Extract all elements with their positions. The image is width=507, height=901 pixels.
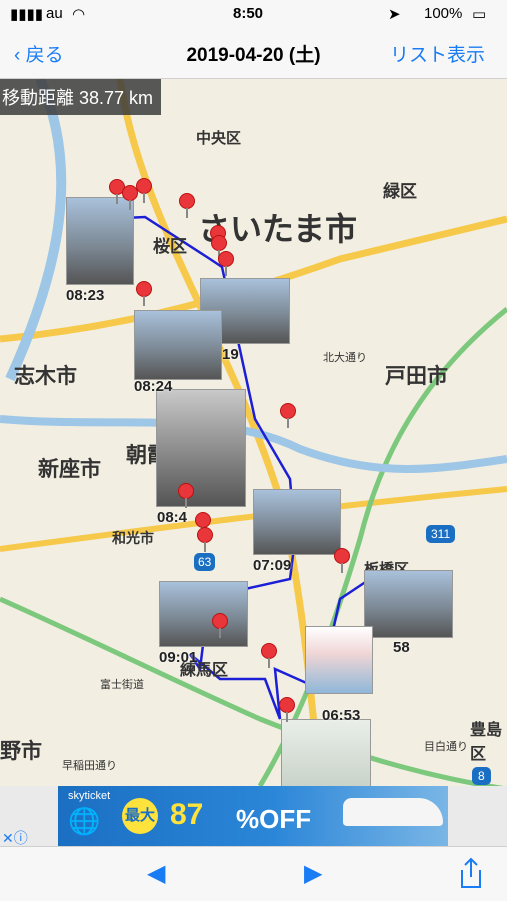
location-pin[interactable] bbox=[136, 178, 152, 203]
location-pin[interactable] bbox=[178, 483, 194, 508]
status-time: 8:50 bbox=[233, 5, 264, 22]
time-label: 08:23 bbox=[66, 287, 105, 304]
route-map[interactable]: 移動距離 38.77 km 中央区 さいたま市 緑区 桜区 志木市 戸田市 新座… bbox=[0, 79, 507, 786]
map-label: 戸田市 bbox=[385, 365, 448, 388]
location-pin[interactable] bbox=[279, 697, 295, 722]
map-roads bbox=[0, 79, 507, 786]
ad-badge: 最大 bbox=[122, 798, 158, 834]
map-label: 緑区 bbox=[383, 182, 417, 201]
map-label: 目白通り bbox=[424, 741, 468, 753]
location-pin[interactable] bbox=[212, 613, 228, 638]
map-label: 富士街道 bbox=[100, 679, 144, 691]
map-label: 早稲田通り bbox=[62, 760, 117, 772]
time-label: 08:4 bbox=[157, 509, 188, 526]
time-label: 08:24 bbox=[134, 378, 173, 395]
wifi-icon: ◠ bbox=[72, 6, 86, 23]
location-pin[interactable] bbox=[179, 193, 195, 218]
previous-day-button[interactable]: ◀ bbox=[147, 859, 165, 888]
photo-thumbnail[interactable] bbox=[66, 197, 134, 285]
location-pin[interactable] bbox=[211, 235, 227, 260]
distance-label: 移動距離 38.77 km bbox=[0, 79, 162, 115]
map-label: 新座市 bbox=[38, 458, 101, 481]
time-label: 09:01 bbox=[159, 649, 198, 666]
navigation-bar: ‹ 戻る 2019-04-20 (土) リスト表示 bbox=[0, 28, 507, 79]
airplane-icon bbox=[343, 798, 443, 826]
photo-thumbnail[interactable] bbox=[159, 581, 248, 647]
photo-thumbnail[interactable] bbox=[156, 389, 246, 507]
location-pin[interactable] bbox=[261, 643, 277, 668]
location-pin[interactable] bbox=[334, 548, 350, 573]
ad-banner[interactable]: skyticket 🌐 最大 87 %OFF ✕ⓘ bbox=[0, 786, 507, 846]
map-label: 志木市 bbox=[14, 365, 77, 388]
photo-thumbnail[interactable] bbox=[253, 489, 341, 555]
route-shield: 311 bbox=[426, 525, 456, 543]
location-icon: ➤ bbox=[388, 6, 401, 23]
location-pin[interactable] bbox=[195, 512, 211, 537]
time-label: 58 bbox=[393, 639, 410, 656]
time-label: 07:09 bbox=[253, 557, 292, 574]
ad-off-text: %OFF bbox=[236, 804, 312, 834]
photo-thumbnail[interactable] bbox=[134, 310, 222, 380]
location-pin[interactable] bbox=[136, 281, 152, 306]
next-day-button[interactable]: ▶ bbox=[304, 859, 322, 888]
battery-icon: ▭ bbox=[472, 6, 487, 23]
list-view-button[interactable]: リスト表示 bbox=[390, 40, 485, 67]
share-icon[interactable] bbox=[458, 857, 484, 889]
time-label: 19 bbox=[222, 346, 239, 363]
map-label: 桜区 bbox=[153, 237, 187, 256]
bottom-toolbar: ◀ ▶ bbox=[0, 846, 507, 901]
time-label: 06:53 bbox=[322, 707, 361, 724]
photo-thumbnail[interactable] bbox=[305, 626, 373, 694]
ad-image[interactable]: skyticket 🌐 最大 87 %OFF bbox=[58, 786, 448, 846]
map-label: 豊島区 bbox=[470, 722, 503, 763]
location-pin[interactable] bbox=[197, 527, 213, 552]
photo-thumbnail[interactable] bbox=[281, 719, 371, 786]
globe-icon: 🌐 bbox=[68, 806, 101, 836]
map-label: 和光市 bbox=[112, 530, 154, 546]
route-shield: 8 bbox=[472, 767, 491, 785]
signal-icon: ▮▮▮▮ bbox=[10, 6, 44, 23]
map-label: 野市 bbox=[0, 740, 42, 763]
ad-percent: 87 bbox=[170, 798, 204, 831]
location-pin[interactable] bbox=[218, 251, 234, 276]
location-pin[interactable] bbox=[280, 403, 296, 428]
ad-brand: skyticket bbox=[68, 790, 111, 802]
ad-close-icon[interactable]: ✕ⓘ bbox=[2, 828, 28, 848]
status-bar: ▮▮▮▮ au ◠ 8:50 ➤ 100% ▭ bbox=[0, 0, 507, 28]
battery-percent: 100% bbox=[424, 5, 463, 22]
map-label: 中央区 bbox=[196, 130, 242, 147]
route-shield: 63 bbox=[194, 553, 216, 571]
carrier-label: au bbox=[46, 5, 63, 22]
map-label: 北大通り bbox=[323, 352, 367, 364]
photo-thumbnail[interactable] bbox=[364, 570, 453, 638]
